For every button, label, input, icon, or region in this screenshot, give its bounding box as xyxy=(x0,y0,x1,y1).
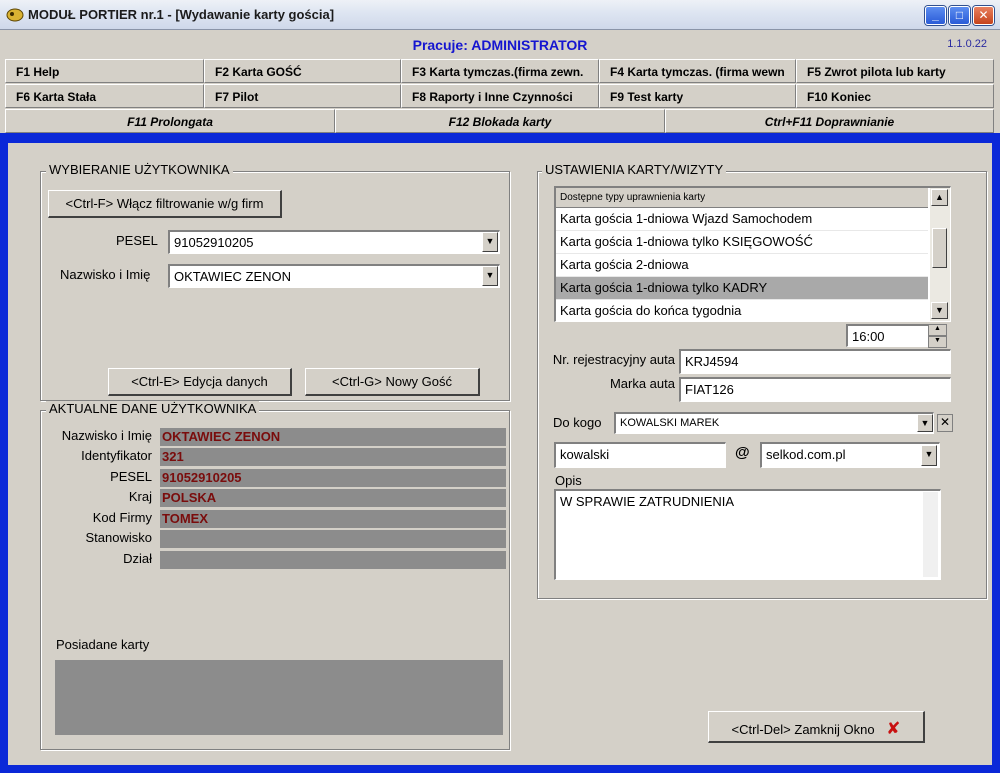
email-user-value: kowalski xyxy=(560,447,610,462)
f12-block-card-button[interactable]: F12 Blokada karty xyxy=(335,109,665,133)
description-scrollbar[interactable] xyxy=(923,492,938,577)
company-code-value: TOMEX xyxy=(160,510,506,528)
email-domain-select[interactable]: selkod.com.pl xyxy=(760,442,940,468)
close-window-form-button[interactable]: <Ctrl-Del> Zamknij Okno ✘ xyxy=(708,711,925,743)
app-logo-icon xyxy=(6,8,24,22)
time-input[interactable]: 16:00 xyxy=(846,324,938,347)
scroll-thumb[interactable] xyxy=(932,228,947,268)
description-textarea[interactable]: W SPRAWIE ZATRUDNIENIA xyxy=(554,489,941,580)
email-domain-value: selkod.com.pl xyxy=(766,447,846,462)
title-bar: MODUŁ PORTIER nr.1 - [Wydawanie karty go… xyxy=(0,0,1000,30)
fullname-label: Nazwisko i Imię xyxy=(61,428,152,443)
list-item[interactable]: Karta gościa do końca tygodnia xyxy=(556,300,928,321)
status-row: Pracuje: ADMINISTRATOR 1.1.0.22 xyxy=(3,33,997,59)
department-value xyxy=(160,551,506,569)
f2-guest-card-button[interactable]: F2 Karta GOŚĆ xyxy=(204,59,401,83)
filter-by-company-button[interactable]: <Ctrl-F> Włącz filtrowanie w/g firm xyxy=(48,190,282,218)
f1-help-button[interactable]: F1 Help xyxy=(5,59,204,83)
clear-icon[interactable]: ✕ xyxy=(937,414,953,432)
close-icon: ✕ xyxy=(978,8,989,22)
country-label: Kraj xyxy=(128,489,152,504)
to-whom-dropdown-arrow-icon[interactable]: ▼ xyxy=(917,414,933,432)
name-dropdown-arrow-icon[interactable]: ▼ xyxy=(482,266,498,286)
owned-cards-list[interactable] xyxy=(55,660,503,735)
owned-cards-label: Posiadane karty xyxy=(56,637,150,652)
minimize-icon: _ xyxy=(932,8,939,22)
f9-test-card-button[interactable]: F9 Test karty xyxy=(599,84,796,108)
description-label: Opis xyxy=(555,473,582,488)
to-whom-label: Do kogo xyxy=(553,415,602,430)
pesel-dropdown-arrow-icon[interactable]: ▼ xyxy=(482,232,498,252)
minimize-button[interactable]: _ xyxy=(925,6,946,25)
plate-input[interactable]: KRJ4594 xyxy=(679,349,951,374)
pesel-data-value: 91052910205 xyxy=(160,469,506,487)
f7-remote-button[interactable]: F7 Pilot xyxy=(204,84,401,108)
email-domain-dropdown-arrow-icon[interactable]: ▼ xyxy=(921,445,937,466)
maximize-icon: □ xyxy=(955,8,964,22)
pesel-label: PESEL xyxy=(116,233,158,248)
time-up-icon[interactable]: ▲ xyxy=(928,324,947,336)
at-sign-label: @ xyxy=(735,444,750,461)
list-item[interactable]: Karta gościa 1-dniowa Wjazd Samochodem xyxy=(556,208,928,231)
maximize-button[interactable]: □ xyxy=(949,6,970,25)
to-whom-value: KOWALSKI MAREK xyxy=(620,417,720,429)
company-code-label: Kod Firmy xyxy=(92,510,152,525)
car-make-value: FIAT126 xyxy=(685,382,734,397)
plate-label: Nr. rejestracyjny auta xyxy=(552,352,675,367)
new-guest-button[interactable]: <Ctrl-G> Nowy Gość xyxy=(305,368,480,396)
email-user-input[interactable]: kowalski xyxy=(554,442,726,468)
to-whom-select[interactable]: KOWALSKI MAREK xyxy=(614,412,934,434)
name-label: Nazwisko i Imię xyxy=(60,267,151,282)
country-value: POLSKA xyxy=(160,489,506,507)
card-type-list[interactable]: Dostępne typy uprawnienia karty Karta go… xyxy=(554,186,951,322)
close-window-button[interactable]: ✕ xyxy=(973,6,994,25)
fullname-value: OKTAWIEC ZENON xyxy=(160,428,506,446)
f3-temp-card-external-button[interactable]: F3 Karta tymczas.(firma zewn. xyxy=(401,59,599,83)
position-value xyxy=(160,530,506,548)
time-value: 16:00 xyxy=(852,329,885,344)
description-value: W SPRAWIE ZATRUDNIENIA xyxy=(560,494,735,509)
f4-temp-card-internal-button[interactable]: F4 Karta tymczas. (firma wewn xyxy=(599,59,796,83)
scroll-down-icon[interactable]: ▼ xyxy=(931,302,948,319)
edit-data-button[interactable]: <Ctrl-E> Edycja danych xyxy=(108,368,292,396)
user-status: Pracuje: ADMINISTRATOR xyxy=(412,37,588,53)
main-frame: WYBIERANIE UŻYTKOWNIKA <Ctrl-F> Włącz fi… xyxy=(0,133,1000,773)
list-item[interactable]: Karta gościa 1-dniowa tylko KSIĘGOWOŚĆ xyxy=(556,231,928,254)
f10-end-button[interactable]: F10 Koniec xyxy=(796,84,994,108)
car-make-label: Marka auta xyxy=(609,376,675,391)
card-settings-legend: USTAWIENIA KARTY/WIZYTY xyxy=(542,162,727,177)
position-label: Stanowisko xyxy=(85,530,152,545)
f8-reports-button[interactable]: F8 Raporty i Inne Czynności xyxy=(401,84,599,108)
current-user-legend: AKTUALNE DANE UŻYTKOWNIKA xyxy=(46,401,260,416)
red-x-icon: ✘ xyxy=(886,719,901,738)
f5-return-remote-button[interactable]: F5 Zwrot pilota lub karty xyxy=(796,59,994,83)
department-label: Dział xyxy=(123,551,152,566)
pesel-data-label: PESEL xyxy=(110,469,152,484)
main-panel: WYBIERANIE UŻYTKOWNIKA <Ctrl-F> Włącz fi… xyxy=(8,143,992,765)
identifier-value: 321 xyxy=(160,448,506,466)
ctrl-f11-supplement-button[interactable]: Ctrl+F11 Doprawnianie xyxy=(665,109,994,133)
plate-value: KRJ4594 xyxy=(685,354,739,369)
select-user-legend: WYBIERANIE UŻYTKOWNIKA xyxy=(46,162,233,177)
close-window-label: <Ctrl-Del> Zamknij Okno xyxy=(731,722,875,737)
f11-prolong-button[interactable]: F11 Prolongata xyxy=(5,109,335,133)
version-label: 1.1.0.22 xyxy=(947,38,987,50)
pesel-select[interactable]: 91052910205 xyxy=(168,230,500,254)
list-item[interactable]: Karta gościa 2-dniowa xyxy=(556,254,928,277)
time-down-icon[interactable]: ▼ xyxy=(928,336,947,348)
pesel-value: 91052910205 xyxy=(174,235,254,250)
list-item-selected[interactable]: Karta gościa 1-dniowa tylko KADRY xyxy=(556,277,928,300)
f6-permanent-card-button[interactable]: F6 Karta Stała xyxy=(5,84,204,108)
name-select[interactable]: OKTAWIEC ZENON xyxy=(168,264,500,288)
card-type-list-header: Dostępne typy uprawnienia karty xyxy=(556,188,928,208)
name-value: OKTAWIEC ZENON xyxy=(174,269,291,284)
scroll-up-icon[interactable]: ▲ xyxy=(931,189,948,206)
identifier-label: Identyfikator xyxy=(81,448,152,463)
car-make-input[interactable]: FIAT126 xyxy=(679,377,951,402)
window-title: MODUŁ PORTIER nr.1 - [Wydawanie karty go… xyxy=(28,7,335,22)
